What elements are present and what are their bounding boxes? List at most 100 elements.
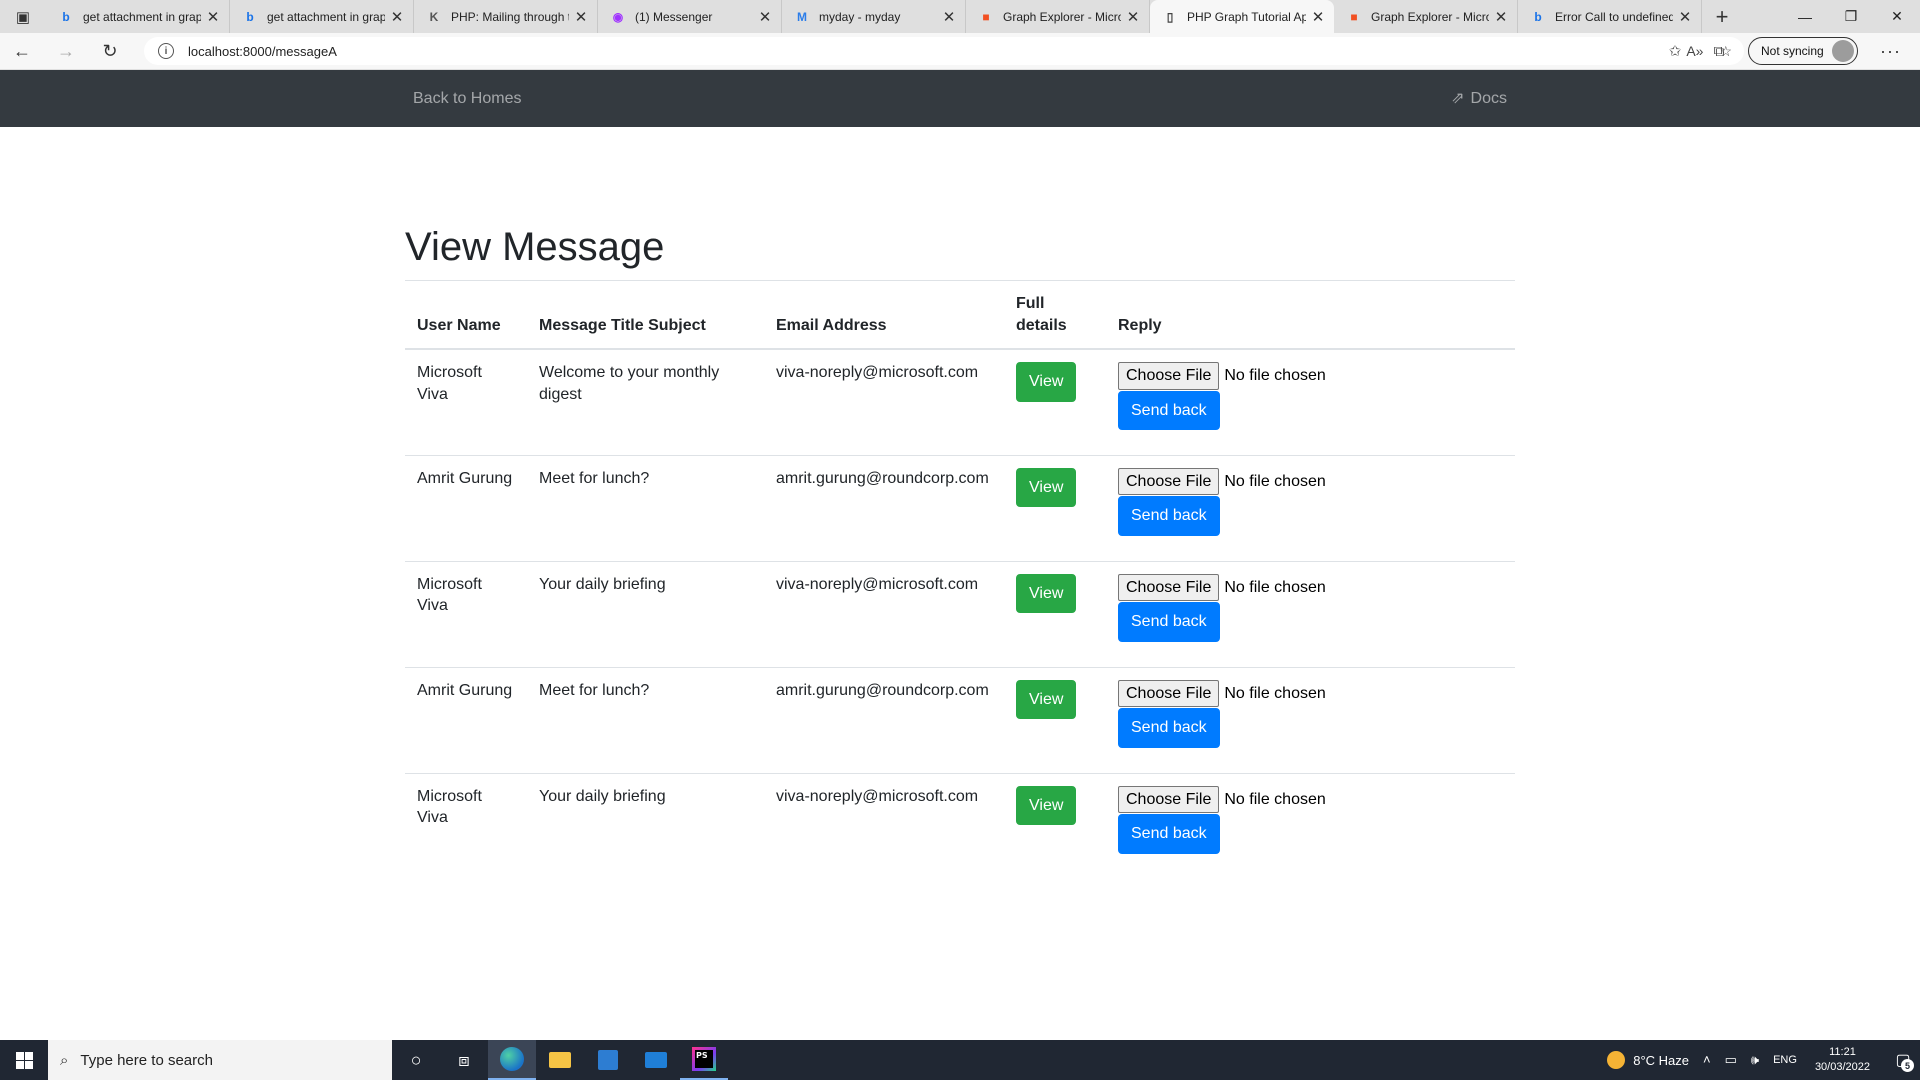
docs-link[interactable]: ⇗ Docs: [1451, 70, 1507, 127]
taskbar-search[interactable]: ⌕ Type here to search: [48, 1040, 392, 1080]
url-text[interactable]: localhost:8000/messageA: [188, 44, 337, 59]
close-tab-icon[interactable]: ✕: [757, 8, 773, 26]
choose-file-button[interactable]: Choose File: [1118, 573, 1220, 602]
store-icon[interactable]: [584, 1040, 632, 1080]
profile-sync-button[interactable]: Not syncing: [1748, 37, 1858, 65]
restore-icon[interactable]: ❐: [1828, 0, 1874, 33]
view-button[interactable]: View: [1016, 785, 1077, 826]
weather-text: 8°C Haze: [1633, 1052, 1689, 1068]
cell-reply: Choose File No file chosen Send back: [1106, 666, 1515, 774]
send-back-button[interactable]: Send back: [1118, 602, 1220, 642]
browser-tab[interactable]: ◉ (1) Messenger ✕: [598, 0, 782, 33]
cortana-icon[interactable]: ○: [392, 1040, 440, 1080]
favorites-icon[interactable]: ✩: [1660, 42, 1690, 60]
browser-tab[interactable]: b get attachment in graph ✕: [46, 0, 230, 33]
avatar: [1831, 40, 1854, 62]
file-input: Choose File No file chosen: [1118, 785, 1503, 814]
language-indicator[interactable]: ENG: [1773, 1054, 1797, 1066]
tab-title: myday - myday: [819, 9, 901, 24]
view-button[interactable]: View: [1016, 679, 1077, 720]
volume-icon[interactable]: 🕪: [1751, 1052, 1759, 1068]
site-info-icon[interactable]: i: [158, 43, 174, 59]
tab-title: get attachment in graph: [83, 9, 201, 24]
refresh-icon[interactable]: ↻: [88, 41, 132, 62]
no-file-label: No file chosen: [1224, 578, 1326, 596]
browser-toolbar: ← → ↻ i localhost:8000/messageA A» ☆ ✩ ⧉…: [0, 33, 1920, 70]
view-button[interactable]: View: [1016, 362, 1077, 402]
bing-icon: b: [1534, 9, 1542, 24]
tab-title: PHP: Mailing through the: [451, 9, 569, 24]
file-input: Choose File No file chosen: [1118, 362, 1503, 390]
header-user-name: User Name: [405, 280, 527, 351]
view-button[interactable]: View: [1016, 573, 1077, 614]
search-icon: ⌕: [60, 1051, 69, 1069]
browser-tab[interactable]: ▯ PHP Graph Tutorial App ✕: [1150, 0, 1334, 33]
close-tab-icon[interactable]: ✕: [389, 8, 405, 26]
cell-email: amrit.gurung@roundcorp.com: [764, 666, 1004, 774]
kd-icon: K: [429, 9, 439, 24]
close-tab-icon[interactable]: ✕: [1310, 8, 1326, 26]
address-bar[interactable]: i localhost:8000/messageA A» ☆: [144, 37, 1744, 65]
clock[interactable]: 11:21 30/03/2022: [1815, 1045, 1870, 1075]
send-back-button[interactable]: Send back: [1118, 390, 1220, 431]
search-placeholder: Type here to search: [80, 1051, 213, 1069]
cell-email: viva-noreply@microsoft.com: [764, 560, 1004, 668]
browser-tab[interactable]: b Error Call to undefined ✕: [1518, 0, 1702, 33]
minimize-icon[interactable]: —: [1782, 0, 1828, 33]
send-back-button[interactable]: Send back: [1118, 814, 1220, 854]
file-input: Choose File No file chosen: [1118, 573, 1503, 602]
no-file-label: No file chosen: [1224, 684, 1326, 702]
microsoft-icon: ■: [982, 9, 990, 24]
mail-icon[interactable]: [632, 1040, 680, 1080]
no-file-label: No file chosen: [1224, 367, 1326, 385]
tab-list: b get attachment in graph ✕ b get attachment…: [46, 0, 1702, 33]
weather-widget[interactable]: 8°C Haze: [1607, 1051, 1689, 1069]
back-icon[interactable]: ←: [0, 41, 44, 62]
header-subject: Message Title Subject: [527, 280, 764, 351]
close-tab-icon[interactable]: ✕: [573, 8, 589, 26]
start-button[interactable]: [0, 1040, 48, 1080]
browser-tab[interactable]: Mmyday - myday ✕: [782, 0, 966, 33]
windows-taskbar: ⌕ Type here to search ○ ⧈ PS 8°C Haze ˄ …: [0, 1040, 1920, 1080]
network-icon[interactable]: ▭: [1725, 1052, 1737, 1068]
browser-tab[interactable]: ■ Graph Explorer - Microsoft ✕: [1334, 0, 1518, 33]
browser-tab-strip: ▣ b get attachment in graph ✕ b get attachme…: [0, 0, 1920, 33]
cell-full-details: View: [1004, 666, 1106, 774]
close-tab-icon[interactable]: ✕: [941, 8, 957, 26]
tab-actions-icon[interactable]: ▣: [0, 0, 46, 33]
send-back-button[interactable]: Send back: [1118, 708, 1220, 748]
close-window-icon[interactable]: ✕: [1874, 0, 1920, 33]
edge-taskbar-icon[interactable]: [488, 1040, 536, 1080]
choose-file-button[interactable]: Choose File: [1118, 362, 1220, 390]
close-tab-icon[interactable]: ✕: [1493, 8, 1509, 26]
cell-full-details: View: [1004, 454, 1106, 562]
main-content: View Message User Name Message Title Sub…: [405, 127, 1515, 880]
choose-file-button[interactable]: Choose File: [1118, 467, 1220, 496]
send-back-button[interactable]: Send back: [1118, 496, 1220, 536]
browser-tab[interactable]: ■ Graph Explorer - Microsoft ✕: [966, 0, 1150, 33]
header-email: Email Address: [764, 280, 1004, 351]
close-tab-icon[interactable]: ✕: [1677, 8, 1693, 26]
browser-tab[interactable]: K PHP: Mailing through the ✕: [414, 0, 598, 33]
cell-user-name: Microsoft Viva: [405, 560, 527, 668]
back-to-homes-link[interactable]: Back to Homes: [413, 70, 521, 127]
more-menu-icon[interactable]: ···: [1880, 41, 1901, 62]
forward-icon[interactable]: →: [44, 41, 88, 62]
phpstorm-icon[interactable]: PS: [680, 1040, 728, 1080]
sync-label: Not syncing: [1761, 44, 1824, 58]
cell-subject: Your daily briefing: [527, 560, 764, 668]
close-tab-icon[interactable]: ✕: [205, 8, 221, 26]
browser-tab[interactable]: b get attachment in graph ✕: [230, 0, 414, 33]
new-tab-button[interactable]: +: [1702, 0, 1742, 33]
close-tab-icon[interactable]: ✕: [1125, 8, 1141, 26]
view-button[interactable]: View: [1016, 467, 1077, 508]
cell-full-details: View: [1004, 772, 1106, 880]
task-view-icon[interactable]: ⧈: [440, 1040, 488, 1080]
collections-icon[interactable]: ⧉: [1704, 43, 1734, 60]
choose-file-button[interactable]: Choose File: [1118, 785, 1220, 814]
choose-file-button[interactable]: Choose File: [1118, 679, 1220, 708]
notification-center-icon[interactable]: ▢5: [1886, 1040, 1920, 1080]
cell-email: amrit.gurung@roundcorp.com: [764, 454, 1004, 562]
file-explorer-icon[interactable]: [536, 1040, 584, 1080]
chevron-up-icon[interactable]: ˄: [1703, 1052, 1711, 1068]
